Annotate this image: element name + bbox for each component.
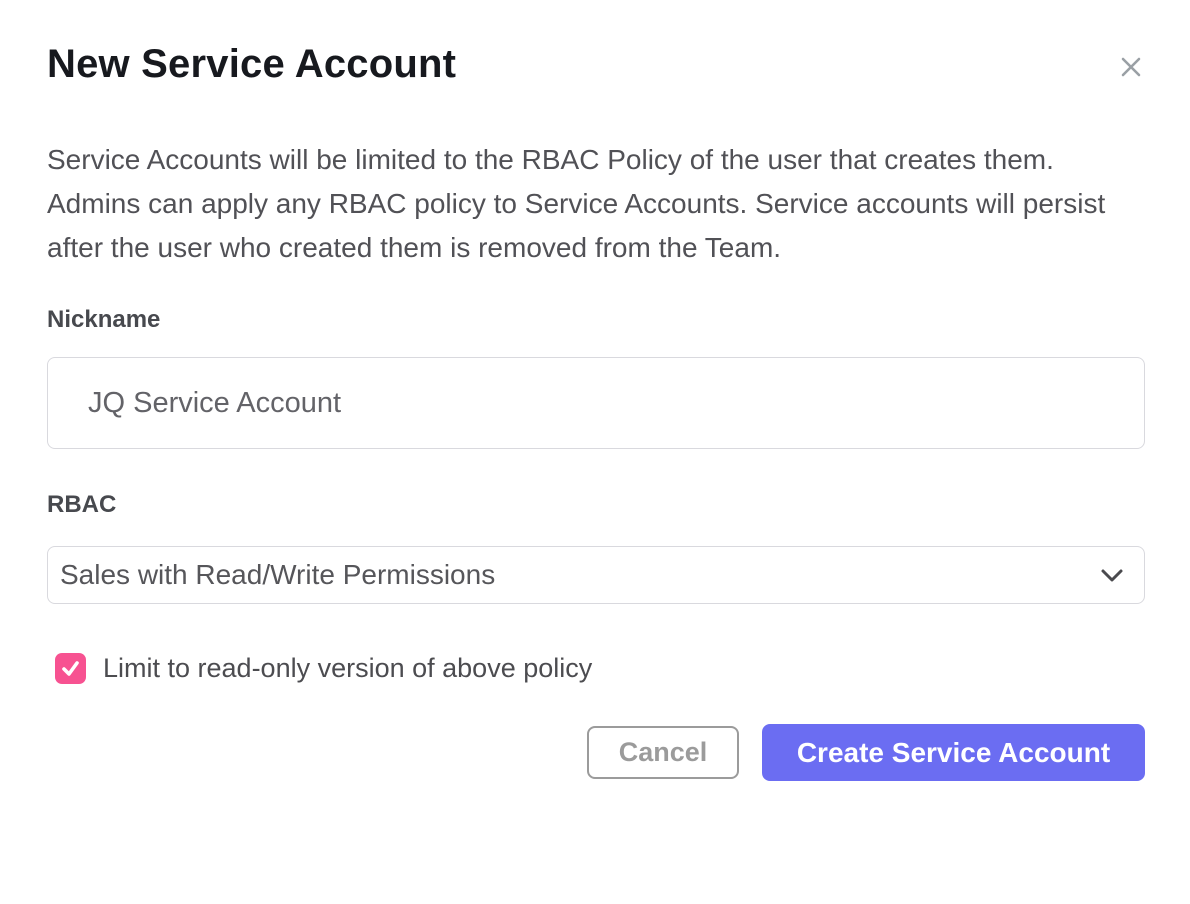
checkmark-icon (60, 658, 81, 679)
dialog-footer: Cancel Create Service Account (47, 724, 1145, 781)
limit-readonly-checkbox[interactable] (55, 653, 86, 684)
cancel-button[interactable]: Cancel (587, 726, 739, 779)
dialog-description: Service Accounts will be limited to the … (47, 138, 1145, 270)
dialog-title: New Service Account (47, 40, 1145, 88)
limit-readonly-label: Limit to read-only version of above poli… (103, 653, 592, 684)
nickname-label: Nickname (47, 306, 1145, 334)
limit-readonly-row[interactable]: Limit to read-only version of above poli… (47, 653, 1145, 684)
rbac-select[interactable]: Sales with Read/Write Permissions (47, 546, 1145, 604)
create-service-account-button[interactable]: Create Service Account (762, 724, 1145, 781)
nickname-input[interactable] (47, 357, 1145, 449)
rbac-label: RBAC (47, 491, 1145, 519)
x-icon (1116, 52, 1146, 82)
rbac-selected-value: Sales with Read/Write Permissions (60, 559, 495, 591)
close-button[interactable] (1114, 50, 1148, 84)
chevron-down-icon (1100, 568, 1124, 583)
new-service-account-dialog: New Service Account Service Accounts wil… (0, 0, 1190, 904)
